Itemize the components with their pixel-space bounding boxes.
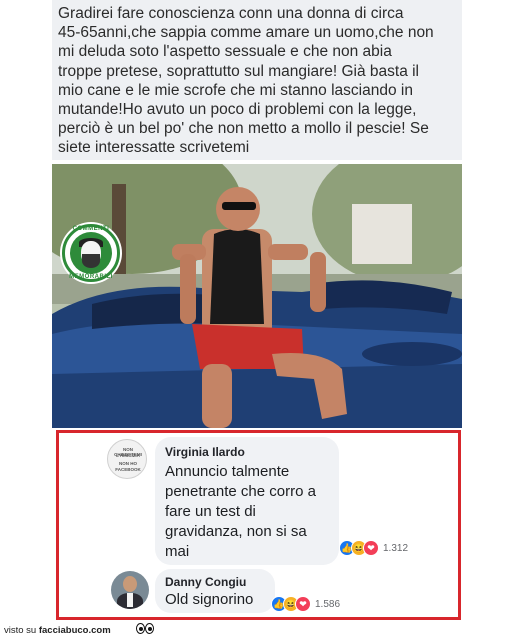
comment-text: Old signorino: [165, 591, 254, 608]
avatar-caption-line: FACEBOOK: [115, 467, 141, 472]
post-text: Gradirei fare conoscienza conn una donna…: [58, 5, 434, 157]
watermark-prefix: visto su: [4, 625, 37, 636]
watermark-footer: visto su facciabuco.com: [0, 622, 507, 640]
watermark-text: visto su facciabuco.com: [4, 625, 111, 636]
comment-author[interactable]: Danny Congiu: [165, 575, 265, 590]
commenti-memorabili-badge: COMMENTI MEMORABILI: [62, 224, 120, 282]
badge-top-text: COMMENTI: [72, 226, 110, 232]
watermark-site[interactable]: facciabuco.com: [39, 625, 111, 636]
eyes-logo-icon: [136, 623, 156, 635]
avatar[interactable]: [111, 571, 149, 609]
comments-section: NON CHIEDETEMI L'AMICIZIA NON HO FACEBOO…: [56, 430, 461, 620]
avatar[interactable]: NON CHIEDETEMI L'AMICIZIA NON HO FACEBOO…: [107, 439, 147, 479]
reaction-count: 1.586: [315, 598, 341, 610]
badge-bottom-text: MEMORABILI: [69, 274, 113, 280]
avatar-caption-line: L'AMICIZIA: [116, 453, 140, 458]
reaction-summary[interactable]: 👍 😆 ❤ 1.312: [339, 539, 408, 557]
comment-text: Annuncio talmente penetrante che corro a…: [165, 463, 316, 560]
photo-scene: [52, 164, 462, 428]
avatar-caption-line: NON HO: [119, 461, 137, 466]
comment-author[interactable]: Virginia Ilardo: [165, 445, 329, 460]
love-icon: ❤: [295, 596, 311, 612]
post-text-block: Gradirei fare conoscienza conn una donna…: [52, 0, 462, 160]
comment-bubble: Virginia Ilardo Annuncio talmente penetr…: [155, 437, 339, 565]
comment-bubble: Danny Congiu Old signorino: [155, 569, 275, 613]
love-icon: ❤: [363, 540, 379, 556]
reaction-count: 1.312: [383, 542, 409, 554]
reaction-summary[interactable]: 👍 😆 ❤ 1.586: [271, 595, 340, 613]
post-photo: [52, 164, 462, 428]
badge-emblem: [70, 232, 112, 274]
